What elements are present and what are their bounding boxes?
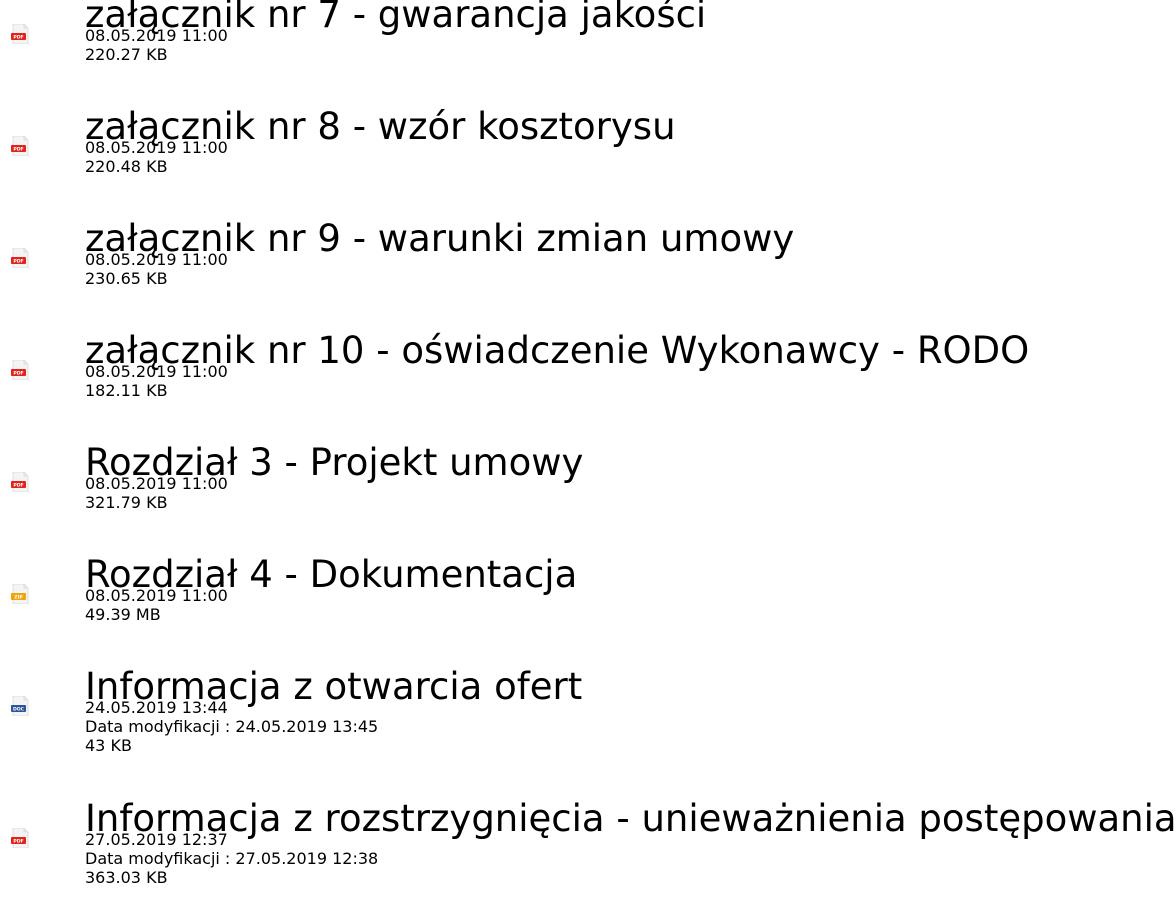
file-size: 182.11 KB [85,381,168,400]
file-date: 24.05.2019 13:44 [85,698,228,717]
file-date: 08.05.2019 11:00 [85,250,228,269]
file-date: 08.05.2019 11:00 [85,362,228,381]
pdf-icon[interactable]: PDF [10,360,30,380]
svg-text:PDF: PDF [13,147,23,153]
pdf-icon[interactable]: PDF [10,136,30,156]
file-meta: 08.05.2019 11:00 220.48 KB [85,138,228,176]
file-date: 08.05.2019 11:00 [85,474,228,493]
pdf-icon[interactable]: PDF [10,828,30,848]
zip-icon[interactable]: ZIP [10,584,30,604]
doc-icon[interactable]: DOC [10,696,30,716]
file-date: 08.05.2019 11:00 [85,26,228,45]
file-modified-date: Data modyfikacji : 24.05.2019 13:45 [85,717,379,736]
svg-text:PDF: PDF [13,371,23,377]
pdf-icon[interactable]: PDF [10,472,30,492]
svg-text:DOC: DOC [13,707,25,713]
file-date: 08.05.2019 11:00 [85,586,228,605]
file-meta: 08.05.2019 11:00 321.79 KB [85,474,228,512]
file-date: 08.05.2019 11:00 [85,138,228,157]
file-meta: 08.05.2019 11:00 49.39 MB [85,586,228,624]
file-size: 220.27 KB [85,45,168,64]
file-size: 363.03 KB [85,868,168,887]
svg-text:PDF: PDF [13,259,23,265]
file-meta: 24.05.2019 13:44 Data modyfikacji : 24.0… [85,698,378,755]
svg-text:PDF: PDF [13,483,23,489]
file-date: 27.05.2019 12:37 [85,830,228,849]
file-meta: 08.05.2019 11:00 220.27 KB [85,26,228,64]
file-meta: 08.05.2019 11:00 230.65 KB [85,250,228,288]
file-size: 321.79 KB [85,493,168,512]
pdf-icon[interactable]: PDF [10,24,30,44]
svg-text:PDF: PDF [13,35,23,41]
file-size: 220.48 KB [85,157,168,176]
file-size: 49.39 MB [85,605,161,624]
file-meta: 08.05.2019 11:00 182.11 KB [85,362,228,400]
svg-text:PDF: PDF [13,839,23,845]
pdf-icon[interactable]: PDF [10,248,30,268]
svg-text:ZIP: ZIP [14,595,23,601]
file-meta: 27.05.2019 12:37 Data modyfikacji : 27.0… [85,830,378,887]
file-modified-date: Data modyfikacji : 27.05.2019 12:38 [85,849,379,868]
file-size: 43 KB [85,736,132,755]
file-size: 230.65 KB [85,269,168,288]
